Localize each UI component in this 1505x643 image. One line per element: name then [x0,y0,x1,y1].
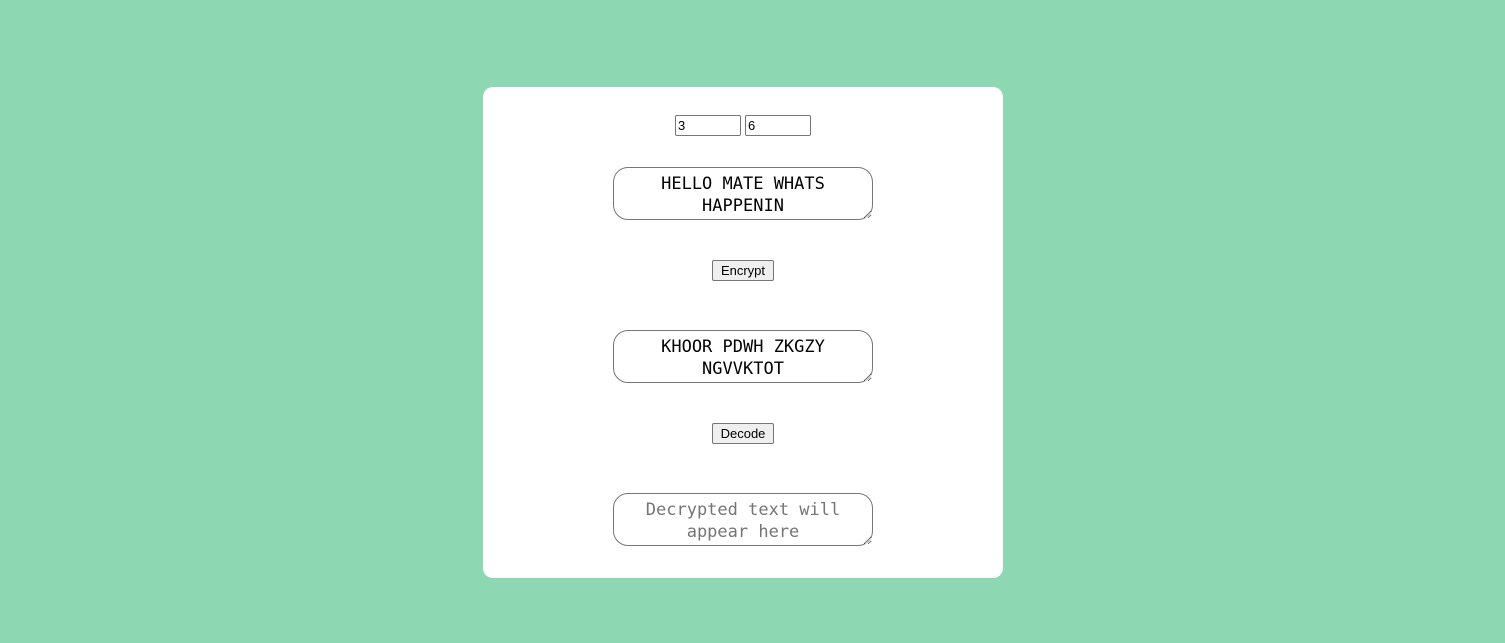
cipher-card: HELLO MATE WHATS HAPPENIN Encrypt KHOOR … [483,87,1003,578]
key-inputs-row [483,115,1003,136]
decode-button[interactable]: Decode [712,423,774,444]
ciphertext-output[interactable]: KHOOR PDWH ZKGZY NGVVKTOT [613,330,873,383]
key-a-input[interactable] [675,115,741,136]
encrypt-button[interactable]: Encrypt [712,260,774,281]
plaintext-input[interactable]: HELLO MATE WHATS HAPPENIN [613,167,873,220]
key-b-input[interactable] [745,115,811,136]
decrypted-output[interactable] [613,493,873,546]
